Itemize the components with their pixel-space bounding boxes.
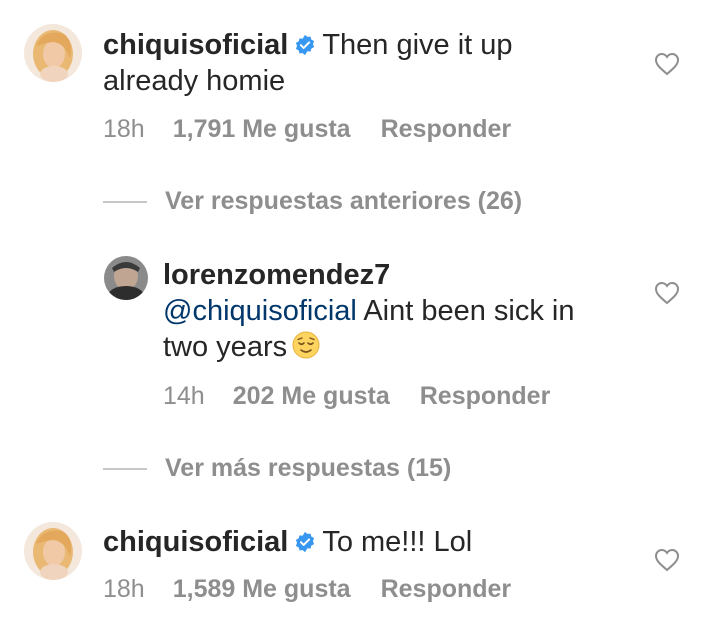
view-more-replies-button[interactable]: Ver más respuestas (15) [103,453,451,483]
avatar[interactable] [24,522,82,580]
username[interactable]: chiquisoficial [103,526,288,558]
verified-badge-icon [294,531,316,553]
comment-meta: 14h 202 Me gusta Responder [163,381,550,411]
divider-line [103,468,147,471]
view-previous-replies-button[interactable]: Ver respuestas anteriores (26) [103,186,522,216]
mention-link[interactable]: @chiquisoficial [163,295,357,327]
avatar[interactable] [104,256,148,300]
reply-button[interactable]: Responder [381,114,512,144]
comment-meta: 18h 1,791 Me gusta Responder [103,114,511,144]
comment-body-line1: Aint been sick in [356,295,575,327]
verified-badge-icon [294,34,316,56]
avatar-chiquis-image [24,24,82,82]
divider-line [103,201,147,204]
avatar-lorenzo-image [104,256,148,300]
comment-body-line1: To me!!! Lol [322,526,473,558]
timestamp: 18h [103,575,145,603]
like-heart-icon[interactable] [654,548,680,572]
likes-count[interactable]: 1,589 Me gusta [173,574,351,604]
like-heart-icon[interactable] [654,281,680,305]
comment-text: chiquisoficial To me!!! Lol [103,524,623,560]
view-more-label: Ver más respuestas (15) [165,454,452,482]
comment-body-line2: already homie [103,65,286,97]
reply-button[interactable]: Responder [420,381,551,411]
username[interactable]: chiquisoficial [103,29,288,61]
comment-text: chiquisoficial Then give it up already ho… [103,27,623,99]
comment-body-line2: two years [163,331,288,363]
relieved-face-emoji [291,330,321,360]
likes-count[interactable]: 1,791 Me gusta [173,114,351,144]
comment-meta: 18h 1,589 Me gusta Responder [103,574,511,604]
view-previous-label: Ver respuestas anteriores (26) [165,187,523,215]
avatar-chiquis-image [24,522,82,580]
comment-body-line1: Then give it up [322,29,513,61]
avatar[interactable] [24,24,82,82]
reply-button[interactable]: Responder [381,574,512,604]
username[interactable]: lorenzomendez7 [163,259,390,291]
timestamp: 18h [103,115,145,143]
likes-count[interactable]: 202 Me gusta [233,381,390,411]
comment-text: lorenzomendez7 @chiquisoficial Aint been… [163,257,633,365]
like-heart-icon[interactable] [654,52,680,76]
timestamp: 14h [163,382,205,410]
